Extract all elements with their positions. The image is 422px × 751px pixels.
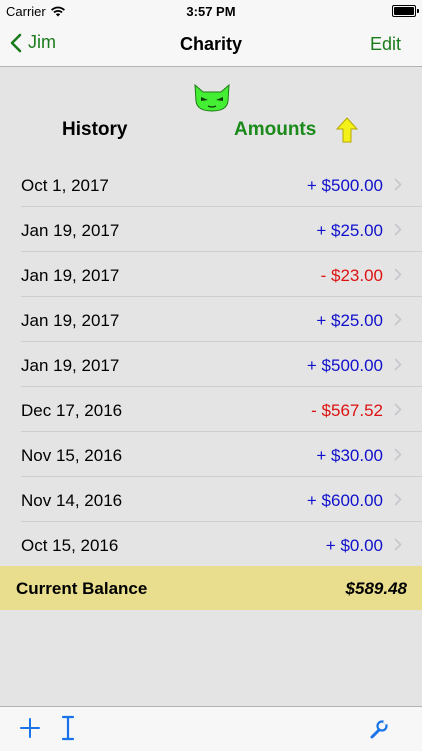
transaction-row[interactable]: Jan 19, 2017 + $25.00	[0, 297, 422, 342]
chevron-right-icon	[394, 448, 402, 461]
transaction-amount: + $600.00	[306, 491, 383, 510]
transaction-date: Oct 15, 2016	[21, 536, 119, 555]
chevron-right-icon	[394, 178, 402, 191]
transaction-row[interactable]: Jan 19, 2017 + $500.00	[0, 342, 422, 387]
status-time: 3:57 PM	[186, 4, 236, 19]
history-header[interactable]: History	[62, 119, 127, 141]
transaction-amount: + $25.00	[316, 221, 383, 240]
green-cat-icon	[194, 83, 230, 112]
transaction-date: Nov 14, 2016	[21, 491, 123, 510]
transaction-amount: + $500.00	[306, 356, 383, 375]
transaction-date: Nov 15, 2016	[21, 446, 123, 465]
page-title: Charity	[179, 34, 242, 54]
chevron-right-icon	[394, 313, 402, 326]
back-button[interactable]: Jim	[10, 32, 56, 53]
status-bar: Carrier 3:57 PM	[0, 0, 422, 22]
battery-fill	[394, 7, 414, 15]
transaction-amount: + $30.00	[316, 446, 383, 465]
chevron-right-icon	[394, 223, 402, 236]
transaction-row[interactable]: Nov 14, 2016 + $600.00	[0, 477, 422, 522]
chevron-right-icon	[394, 268, 402, 281]
transaction-row[interactable]: Oct 1, 2017 + $500.00	[0, 162, 422, 207]
transaction-date: Jan 19, 2017	[21, 311, 120, 330]
battery-icon	[392, 5, 419, 17]
text-cursor-icon[interactable]	[60, 715, 76, 741]
chevron-right-icon	[394, 358, 402, 371]
transaction-amount: - $567.52	[311, 401, 383, 420]
chevron-right-icon	[394, 403, 402, 416]
transaction-list: Oct 1, 2017 + $500.00 Jan 19, 2017 + $25.00…	[0, 162, 422, 567]
balance-label: Current Balance	[16, 579, 148, 598]
edit-button[interactable]: Edit	[370, 34, 401, 55]
wrench-icon[interactable]	[370, 719, 388, 739]
amounts-header[interactable]: Amounts	[234, 119, 316, 141]
transaction-date: Jan 19, 2017	[21, 356, 120, 375]
bottom-toolbar	[0, 706, 422, 751]
transaction-date: Oct 1, 2017	[21, 176, 109, 195]
back-label: Jim	[28, 32, 56, 52]
battery-nub	[417, 9, 419, 13]
transaction-row[interactable]: Oct 15, 2016 + $0.00	[0, 522, 422, 567]
transaction-amount: + $25.00	[316, 311, 383, 330]
balance-bar: Current Balance $589.48	[0, 566, 422, 610]
transaction-amount: - $23.00	[320, 266, 383, 285]
balance-value: $589.48	[345, 579, 407, 598]
transaction-amount: + $0.00	[325, 536, 383, 555]
plus-icon[interactable]	[19, 717, 41, 739]
transaction-row[interactable]: Jan 19, 2017 + $25.00	[0, 207, 422, 252]
transaction-row[interactable]: Jan 19, 2017 - $23.00	[0, 252, 422, 297]
transaction-row[interactable]: Nov 15, 2016 + $30.00	[0, 432, 422, 477]
nav-bar: Jim Charity Edit	[0, 22, 422, 67]
transaction-amount: + $500.00	[306, 176, 383, 195]
chevron-right-icon	[394, 538, 402, 551]
transaction-date: Dec 17, 2016	[21, 401, 123, 420]
transaction-row[interactable]: Dec 17, 2016 - $567.52	[0, 387, 422, 432]
transaction-date: Jan 19, 2017	[21, 266, 120, 285]
arrow-up-icon	[336, 117, 358, 143]
chevron-right-icon	[394, 493, 402, 506]
transaction-date: Jan 19, 2017	[21, 221, 120, 240]
chevron-left-icon	[10, 33, 22, 52]
